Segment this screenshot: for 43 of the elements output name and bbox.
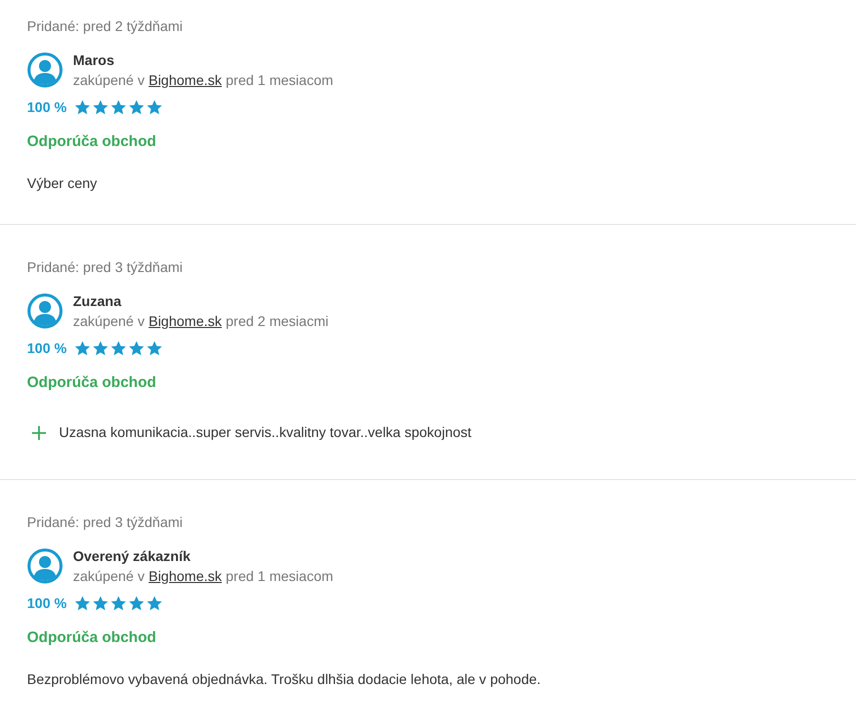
star-icon (74, 340, 91, 356)
added-date: Pridané: pred 3 týždňami (27, 513, 184, 532)
rating-percent: 100 % (27, 338, 67, 358)
user-avatar-icon (27, 292, 63, 328)
purchase-label: zakúpené v (73, 567, 145, 586)
star-icon (110, 99, 127, 116)
purchase-time: pred 1 mesiacom (226, 567, 334, 586)
shop-link[interactable]: Bighome.sk (148, 310, 222, 330)
reviewer-name: Maros (73, 51, 116, 70)
star-icon (146, 595, 163, 612)
star-icon (128, 595, 145, 612)
star-icon (92, 99, 109, 116)
star-icon (128, 340, 145, 356)
rating-percent: 100 % (27, 594, 67, 613)
review-text: Výber ceny (27, 174, 98, 193)
star-icon (74, 595, 91, 612)
recommend-label: Odporúča obchod (27, 372, 158, 392)
plus-icon (31, 424, 47, 440)
purchase-time: pred 2 mesiacmi (226, 312, 328, 330)
user-avatar-icon (27, 52, 63, 88)
reviewer-name: Zuzana (73, 292, 122, 310)
shop-link[interactable]: Bighome.sk (148, 566, 222, 586)
purchase-label: zakúpené v (73, 312, 145, 330)
purchase-label: zakúpené v (73, 71, 145, 90)
shop-link[interactable]: Bighome.sk (148, 70, 222, 90)
star-icon (92, 595, 109, 612)
user-avatar-icon (27, 548, 63, 584)
recommend-label: Odporúča obchod (27, 628, 158, 648)
review-text: Uzasna komunikacia..super servis..kvalitny tovar..velka spokojnost (59, 423, 472, 442)
star-icon (110, 595, 127, 612)
added-date: Pridané: pred 2 týždňami (27, 17, 184, 36)
star-icon (92, 340, 109, 356)
star-icon (146, 99, 163, 116)
rating-percent: 100 % (27, 98, 67, 117)
added-date: Pridané: pred 3 týždňami (27, 258, 184, 276)
reviewer-name: Overený zákazník (73, 547, 192, 566)
star-icon (128, 99, 145, 116)
purchase-time: pred 1 mesiacom (226, 71, 334, 90)
review-text: Bezproblémovo vybavená objednávka. Trošku dlhšia dodacie lehota, ale v pohode. (27, 670, 542, 689)
star-icon (146, 340, 163, 356)
star-icon (110, 340, 127, 356)
star-icon (74, 99, 91, 116)
recommend-label: Odporúča obchod (27, 132, 158, 152)
